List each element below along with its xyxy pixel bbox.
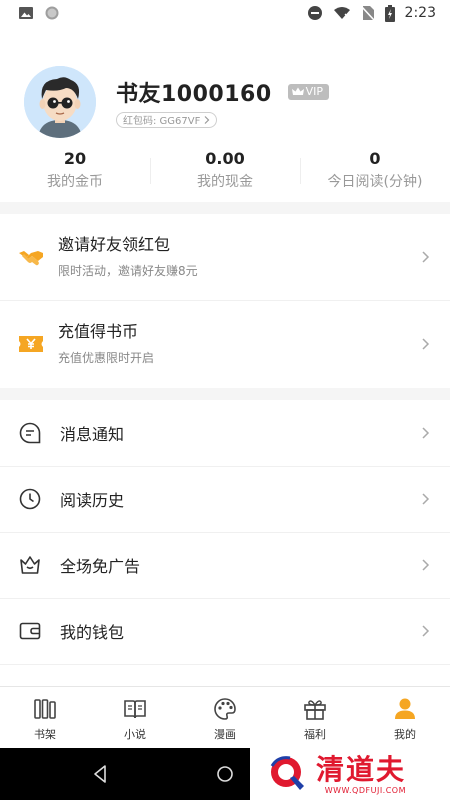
chevron-right-icon [422,251,430,263]
home-icon[interactable] [213,762,237,786]
stat-reading-minutes[interactable]: 0 今日阅读(分钟) [300,148,450,196]
no-sim-icon [360,6,375,21]
stat-value: 20 [63,149,87,168]
book-open-icon [124,699,146,718]
image-icon [19,7,33,19]
promo-recharge[interactable]: 充值得书币 充值优惠限时开启 [0,301,450,387]
chevron-right-icon [422,338,430,350]
circle-status-icon [45,6,59,20]
promo-subtitle: 限时活动，邀请好友赚8元 [58,264,198,278]
stat-cash[interactable]: 0.00 我的现金 [150,148,300,196]
bookshelf-icon [34,698,56,719]
handshake-icon [19,251,43,266]
stat-label: 我的金币 [47,174,103,190]
promo-title: 充值得书币 [58,322,139,341]
tab-label: 我的 [394,727,416,741]
tab-welfare[interactable]: 福利 [270,687,360,748]
profile-header[interactable]: 书友1000160 VIP 红包码: GG67VF [24,62,430,142]
tab-novels[interactable]: 小说 [90,687,180,748]
gift-icon [304,699,326,720]
clock-icon [19,488,41,510]
bottom-tab-bar: 书架 小说 漫画 福利 我的 [0,686,450,748]
menu-label: 全场免广告 [60,557,141,576]
watermark: 清道夫 WWW.QDFUJI.COM [250,748,450,800]
stat-value: 0 [369,149,381,168]
stat-label: 今日阅读(分钟) [327,174,423,190]
avatar[interactable] [24,66,96,138]
tab-label: 漫画 [214,727,236,741]
chevron-right-small-icon [204,115,210,124]
back-icon[interactable] [88,762,112,786]
vip-label: VIP [305,84,324,98]
stat-label: 我的现金 [197,174,253,190]
tab-mine[interactable]: 我的 [360,687,450,748]
status-bar: 2:23 [0,0,450,26]
chevron-right-icon [422,559,430,571]
watermark-logo-icon [270,756,304,790]
red-packet-code[interactable]: 红包码: GG67VF [116,111,218,128]
chevron-right-icon [422,427,430,439]
menu-item-wallet[interactable]: 我的钱包 [0,598,450,664]
promo-invite-friends[interactable]: 邀请好友领红包 限时活动，邀请好友赚8元 [0,214,450,300]
chevron-right-icon [422,493,430,505]
stat-coins[interactable]: 20 我的金币 [0,148,150,196]
stat-value: 0.00 [205,149,245,168]
wifi-icon [333,7,350,19]
tab-bookshelf[interactable]: 书架 [0,687,90,748]
avatar-face-icon [24,66,96,138]
menu-label: 消息通知 [60,425,125,444]
tab-label: 小说 [124,727,146,741]
menu-label: 我的钱包 [60,623,125,642]
menu-item-ad-free[interactable]: 全场免广告 [0,532,450,598]
tab-label: 书架 [34,727,56,741]
section-divider [0,202,450,214]
battery-charging-icon [384,4,395,22]
watermark-url: WWW.QDFUJI.COM [324,785,407,795]
status-time: 2:23 [404,5,436,21]
promo-subtitle: 充值优惠限时开启 [58,351,155,365]
watermark-title: 清道夫 [316,752,407,786]
wallet-icon [19,622,41,640]
palette-icon [214,697,236,720]
do-not-disturb-icon [307,6,322,20]
stats-row: 20 我的金币 0.00 我的现金 0 今日阅读(分钟) [0,148,450,196]
tab-comics[interactable]: 漫画 [180,687,270,748]
username: 书友1000160 [116,81,272,107]
red-packet-code-label: 红包码: GG67VF [123,116,201,128]
menu-item-reading-history[interactable]: 阅读历史 [0,466,450,532]
tab-label: 福利 [304,727,326,741]
message-icon [19,422,41,444]
chevron-right-icon [422,625,430,637]
crown-small-icon [291,87,304,96]
coupon-yen-icon [19,336,43,352]
menu-label: 阅读历史 [60,491,125,510]
vip-badge: VIP [287,83,330,100]
person-icon [395,698,415,719]
crown-icon [20,556,40,574]
profile-info: 书友1000160 VIP 红包码: GG67VF [116,76,330,129]
menu-item-notifications[interactable]: 消息通知 [0,400,450,466]
section-divider [0,388,450,400]
promo-title: 邀请好友领红包 [58,235,171,254]
row-separator [0,664,450,665]
